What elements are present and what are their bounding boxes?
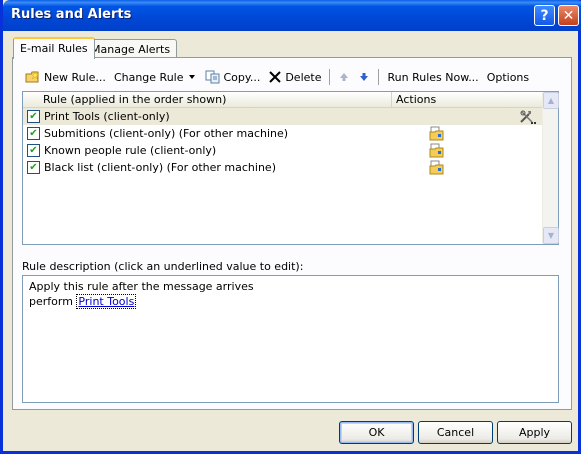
title-bar[interactable]: Rules and Alerts ? ✕ [3, 0, 581, 31]
tools-icon [520, 110, 536, 124]
new-rule-icon [25, 70, 40, 83]
rule-description-label: Rule description (click an underlined va… [22, 260, 304, 273]
tab-manage-alerts-label: Manage Alerts [91, 43, 171, 56]
move-up-button[interactable] [338, 71, 350, 83]
tab-email-rules[interactable]: E-mail Rules [13, 37, 95, 59]
tab-email-rules-label: E-mail Rules [20, 42, 88, 55]
new-rule-button[interactable]: New Rule... [25, 70, 106, 84]
rule-row[interactable]: ✔ Black list (client-only) (For other ma… [23, 159, 542, 176]
scroll-down-button[interactable]: ▼ [543, 227, 559, 244]
tab-manage-alerts[interactable]: Manage Alerts [84, 39, 178, 59]
chevron-up-icon: ▲ [547, 96, 555, 105]
print-tools-link[interactable]: Print Tools [76, 294, 137, 309]
rule-row[interactable]: ✔ Print Tools (client-only) [23, 108, 542, 125]
rule-name: Print Tools (client-only) [44, 110, 170, 123]
copy-label: Copy... [223, 70, 261, 84]
close-button[interactable]: ✕ [558, 5, 579, 26]
delete-label: Delete [285, 70, 322, 84]
run-rules-now-label: Run Rules Now... [387, 70, 479, 84]
cancel-label: Cancel [436, 426, 475, 439]
ok-label: OK [368, 426, 385, 439]
apply-label: Apply [518, 426, 551, 439]
options-label: Options [486, 70, 530, 84]
copy-button[interactable]: Copy... [205, 70, 261, 84]
rule-row[interactable]: ✔ Submitions (client-only) (For other ma… [23, 125, 542, 142]
rules-and-alerts-dialog: Rules and Alerts ? ✕ E-mail Rules Manage… [0, 0, 581, 454]
scroll-up-button[interactable]: ▲ [543, 92, 559, 109]
run-rules-now-button[interactable]: Run Rules Now... [387, 71, 478, 84]
rule-enabled-checkbox[interactable]: ✔ [27, 144, 40, 157]
move-to-folder-icon [429, 126, 444, 141]
delete-icon [269, 71, 282, 83]
close-icon: ✕ [562, 7, 575, 24]
column-header-actions[interactable]: Actions [393, 92, 436, 108]
new-rule-label: New Rule... [44, 70, 106, 84]
cancel-button[interactable]: Cancel [418, 421, 493, 444]
rules-toolbar: New Rule... Change Rule Copy... Delete R… [25, 67, 537, 87]
ok-button[interactable]: OK [339, 421, 414, 444]
copy-icon [205, 70, 219, 84]
column-header-rule[interactable]: Rule (applied in the order shown) [23, 92, 392, 108]
toolbar-separator [378, 69, 380, 85]
question-mark-icon: ? [540, 7, 549, 24]
help-button[interactable]: ? [534, 5, 555, 26]
arrow-up-icon [340, 73, 349, 81]
rule-name: Black list (client-only) (For other mach… [44, 161, 276, 174]
window-title: Rules and Alerts [11, 7, 132, 22]
arrow-down-icon [360, 73, 369, 81]
move-down-button[interactable] [358, 71, 370, 83]
rule-name: Known people rule (client-only) [44, 144, 217, 157]
chevron-down-icon: ▼ [547, 231, 555, 240]
move-to-folder-icon [429, 143, 444, 158]
rule-enabled-checkbox[interactable]: ✔ [27, 127, 40, 140]
rule-description-box[interactable]: Apply this rule after the message arrive… [22, 275, 559, 403]
description-prefix: perform [29, 295, 77, 308]
rules-list-scrollbar[interactable]: ▲ ▼ [542, 92, 559, 244]
change-rule-label: Change Rule [113, 70, 184, 84]
email-rules-panel: New Rule... Change Rule Copy... Delete R… [12, 57, 572, 410]
rule-enabled-checkbox[interactable]: ✔ [27, 110, 40, 123]
rule-name: Submitions (client-only) (For other mach… [44, 127, 289, 140]
move-to-folder-icon [429, 160, 444, 175]
dropdown-arrow-icon [188, 75, 195, 79]
rule-enabled-checkbox[interactable]: ✔ [27, 161, 40, 174]
description-line: Apply this rule after the message arrive… [29, 280, 254, 293]
delete-button[interactable]: Delete [268, 70, 321, 84]
change-rule-button[interactable]: Change Rule [114, 71, 197, 84]
toolbar-separator [329, 69, 331, 85]
rules-list[interactable]: Rule (applied in the order shown) Action… [22, 91, 559, 245]
rule-row[interactable]: ✔ Known people rule (client-only) [23, 142, 542, 159]
rules-list-header: Rule (applied in the order shown) Action… [23, 92, 542, 108]
options-button[interactable]: Options [487, 71, 529, 84]
description-line: perform Print Tools [29, 294, 552, 309]
apply-button[interactable]: Apply [497, 421, 572, 444]
